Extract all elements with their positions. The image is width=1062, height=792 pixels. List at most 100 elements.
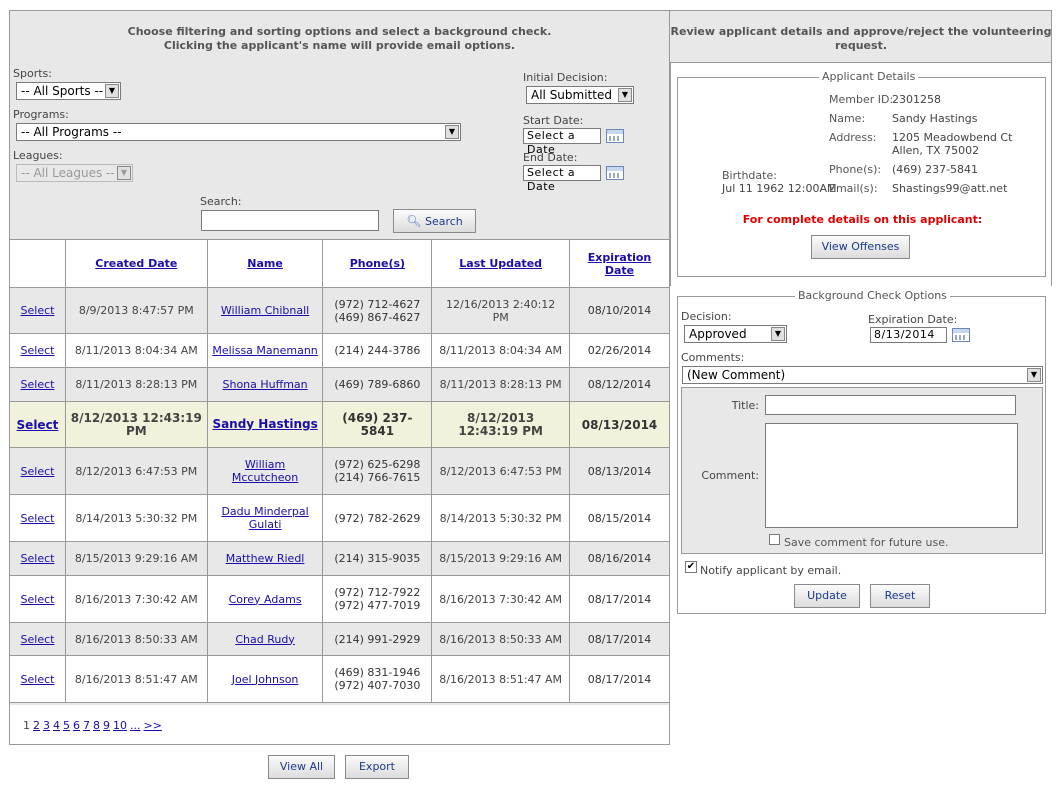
update-button[interactable]: Update (794, 584, 860, 608)
export-button[interactable]: Export (345, 755, 409, 779)
calendar-icon[interactable] (606, 166, 624, 180)
pager-current-page: 1 (23, 719, 30, 732)
select-cell: Select (9, 575, 66, 623)
applicant-name-link[interactable]: Sandy Hastings (212, 417, 317, 431)
table-row: Select 8/16/2013 7:30:42 AM Corey Adams (97… (9, 575, 670, 623)
comment-label: Comment: (701, 469, 759, 482)
sort-last-updated-link[interactable]: Last Updated (459, 257, 542, 270)
last-updated-cell: 8/15/2013 9:29:16 AM (431, 541, 571, 576)
birthdate-label: Birthdate: (722, 169, 777, 182)
sort-phone-link[interactable]: Phone(s) (350, 257, 405, 270)
name-cell: Dadu Minderpal Gulati (206, 494, 324, 542)
select-link[interactable]: Select (21, 593, 55, 606)
pager-page-link[interactable]: 5 (63, 719, 70, 732)
sort-expiration-date-link[interactable]: Expiration Date (588, 251, 652, 277)
view-all-button[interactable]: View All (268, 755, 335, 779)
initial-decision-select[interactable]: All Submitted ▼ (526, 86, 634, 104)
select-link[interactable]: Select (21, 552, 55, 565)
phone-header[interactable]: Phone(s) (322, 239, 433, 288)
chevron-down-icon: ▼ (618, 88, 632, 102)
address-line1: 1205 Meadowbend Ct (892, 131, 1013, 144)
expiration-date-input[interactable]: 8/13/2014 (870, 327, 947, 343)
pager-page-link[interactable]: >> (144, 719, 162, 732)
programs-select[interactable]: -- All Programs -- ▼ (16, 123, 461, 141)
select-link[interactable]: Select (21, 304, 55, 317)
select-cell: Select (9, 333, 66, 368)
pager-page-link[interactable]: 2 (33, 719, 40, 732)
applicant-name-link[interactable]: Melissa Manemann (212, 344, 317, 357)
chevron-down-icon: ▼ (445, 125, 459, 139)
table-row: Select 8/9/2013 8:47:57 PM William Chibnal… (9, 287, 670, 334)
last-updated-cell: 12/16/2013 2:40:12 PM (431, 287, 571, 334)
applicant-name-link[interactable]: Joel Johnson (232, 673, 299, 686)
created-date-header[interactable]: Created Date (64, 239, 208, 288)
sports-select[interactable]: -- All Sports -- ▼ (16, 82, 121, 100)
comments-select[interactable]: (New Comment) ▼ (682, 366, 1043, 384)
applicant-name-link[interactable]: William Chibnall (221, 304, 309, 317)
select-cell: Select (9, 541, 66, 576)
last-updated-header[interactable]: Last Updated (431, 239, 571, 288)
created-date-cell: 8/12/2013 6:47:53 PM (64, 447, 208, 495)
phone-primary: (972) 782-2629 (334, 511, 421, 525)
last-updated-cell: 8/14/2013 5:30:32 PM (431, 494, 571, 542)
calendar-icon[interactable] (606, 129, 624, 143)
pager: 1 2 3 4 5 6 7 8 9 10... >> (9, 705, 670, 745)
select-cell: Select (9, 655, 66, 703)
name-cell: William Chibnall (206, 287, 324, 334)
select-link[interactable]: Select (17, 418, 59, 432)
pager-page-link[interactable]: 10 (113, 719, 127, 732)
sort-name-link[interactable]: Name (247, 257, 283, 270)
applicant-name-link[interactable]: Shona Huffman (223, 378, 308, 391)
search-button[interactable]: 🔍︎ Search (393, 209, 476, 233)
select-link[interactable]: Select (21, 378, 55, 391)
expiration-date-header[interactable]: Expiration Date (569, 239, 670, 288)
last-updated-cell: 8/12/2013 12:43:19 PM (431, 401, 571, 448)
notify-checkbox[interactable]: ✔ (685, 561, 697, 573)
phone-primary: (469) 789-6860 (334, 378, 421, 391)
applicant-name-link[interactable]: William Mccutcheon (232, 458, 298, 484)
complete-details-note: For complete details on this applicant: (742, 213, 983, 226)
search-input[interactable] (201, 210, 379, 231)
name-header[interactable]: Name (206, 239, 324, 288)
select-link[interactable]: Select (21, 465, 55, 478)
end-date-label: End Date: (523, 151, 578, 164)
comment-textarea[interactable] (765, 423, 1018, 528)
select-link[interactable]: Select (21, 344, 55, 357)
pager-page-link[interactable]: ... (130, 719, 141, 732)
created-date-cell: 8/11/2013 8:04:34 AM (64, 333, 208, 368)
pager-page-link[interactable]: 8 (93, 719, 100, 732)
calendar-icon[interactable] (952, 328, 970, 342)
pager-page-link[interactable]: 7 (83, 719, 90, 732)
phone-secondary: (214) 766-7615 (334, 471, 421, 484)
end-date-input[interactable]: Select a Date (523, 165, 601, 193)
search-button-label: Search (424, 215, 463, 228)
applicant-name-link[interactable]: Matthew Riedl (226, 552, 305, 565)
save-comment-checkbox[interactable] (769, 534, 780, 545)
select-link[interactable]: Select (21, 633, 55, 646)
select-cell: Select (9, 287, 66, 334)
table-header-row: Created Date Name Phone(s) Last Updated … (9, 239, 670, 288)
reset-button[interactable]: Reset (870, 584, 930, 608)
table-row: Select 8/16/2013 8:50:33 AM Chad Rudy (214)… (9, 622, 670, 656)
applicant-name-link[interactable]: Corey Adams (229, 593, 302, 606)
pager-page-link[interactable]: 3 (43, 719, 50, 732)
view-offenses-button[interactable]: View Offenses (811, 235, 910, 259)
phone-primary: (972) 712-4627 (334, 297, 421, 311)
applicant-name-link[interactable]: Chad Rudy (235, 633, 295, 646)
decision-select[interactable]: Approved ▼ (684, 325, 787, 343)
sort-created-date-link[interactable]: Created Date (95, 257, 177, 270)
phone-cell: (972) 625-6298 (214) 766-7615 (322, 447, 433, 495)
pager-page-link[interactable]: 6 (73, 719, 80, 732)
expiration-date-cell: 08/15/2014 (569, 494, 670, 542)
created-date-cell: 8/16/2013 8:50:33 AM (64, 622, 208, 656)
pager-page-link[interactable]: 9 (103, 719, 110, 732)
start-date-input[interactable]: Select a Date (523, 128, 601, 156)
select-link[interactable]: Select (21, 673, 55, 686)
created-date-cell: 8/16/2013 7:30:42 AM (64, 575, 208, 623)
select-link[interactable]: Select (21, 512, 55, 525)
expiration-date-cell: 08/16/2014 (569, 541, 670, 576)
title-input[interactable] (765, 395, 1016, 415)
applicant-name-link[interactable]: Dadu Minderpal Gulati (221, 505, 308, 531)
pager-page-link[interactable]: 4 (53, 719, 60, 732)
created-date-cell: 8/9/2013 8:47:57 PM (64, 287, 208, 334)
